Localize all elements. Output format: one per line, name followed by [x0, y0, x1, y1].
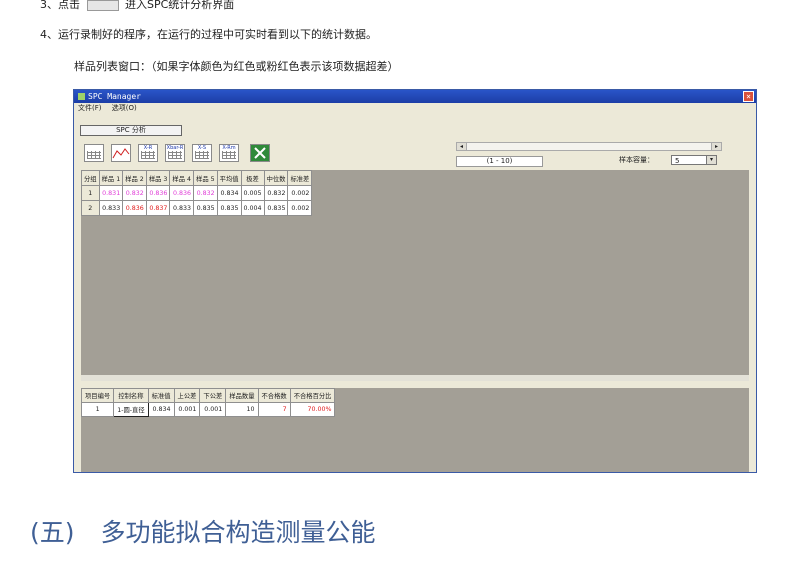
header-cell: 样品 3 — [145, 170, 171, 186]
doc-step-3-suffix: 进入SPC统计分析界面 — [125, 0, 235, 11]
excel-export-icon[interactable] — [250, 144, 270, 162]
doc-sample-window-note: 样品列表窗口：（如果字体颜色为红色或粉红色表示该项数据超差） — [74, 60, 399, 73]
table-cell: 0.831 — [98, 185, 124, 201]
doc-step-3-prefix: 3、点击 — [40, 0, 80, 11]
table-cell: 0.835 — [216, 200, 242, 216]
table-row[interactable]: 1 1-圆-直径 0.834 0.001 0.001 10 7 70.00% — [80, 402, 336, 417]
tab-spc-analysis[interactable]: SPC 分析 — [80, 125, 182, 136]
table-cell: 0.833 — [98, 200, 124, 216]
header-cell: 样品 4 — [169, 170, 195, 186]
window-titlebar: SPC Manager × — [74, 90, 756, 103]
header-cell: 平均值 — [216, 170, 242, 186]
scroll-right-icon[interactable]: ▸ — [711, 143, 721, 150]
table-cell: 0.834 — [216, 185, 242, 201]
table-view-icon[interactable] — [84, 144, 104, 162]
section-heading: (五) 多功能拟合构造测量公能 — [30, 513, 376, 549]
table-cell: 7 — [257, 402, 291, 417]
table-cell: 10 — [225, 402, 259, 417]
horizontal-scrollbar[interactable]: ◂ ▸ — [456, 142, 722, 151]
header-cell: 样品 1 — [98, 170, 124, 186]
grid-scrollbar[interactable] — [81, 375, 749, 381]
table-cell: 0.835 — [193, 200, 218, 216]
app-icon — [78, 93, 85, 100]
table-cell: 0.005 — [240, 185, 265, 201]
table-cell: 0.832 — [122, 185, 147, 201]
doc-step-4: 4、运行录制好的程序，在运行的过程中可实时看到以下的统计数据。 — [40, 28, 377, 41]
header-cell: 极差 — [240, 170, 265, 186]
header-cell: 样品 2 — [122, 170, 147, 186]
table-cell: 0.832 — [193, 185, 218, 201]
menu-options[interactable]: 选项(O) — [112, 104, 137, 112]
header-cell: 不合格百分比 — [289, 388, 336, 403]
chevron-down-icon[interactable]: ▾ — [706, 156, 716, 164]
header-cell: 分组 — [81, 170, 100, 186]
summary-table: 项目编号 控制名称 标准值 上公差 下公差 样品数量 不合格数 不合格百分比 1… — [80, 388, 336, 417]
table-cell: 1 — [80, 402, 115, 417]
header-cell: 样品数量 — [225, 388, 259, 403]
range-display: (1 - 10) — [456, 156, 543, 167]
sample-size-select[interactable]: 5 ▾ — [671, 155, 717, 165]
header-cell: 标准值 — [147, 388, 175, 403]
table-cell: 0.835 — [263, 200, 289, 216]
close-button[interactable]: × — [743, 91, 754, 102]
table-cell: 0.001 — [199, 402, 227, 417]
table-cell: 0.002 — [287, 185, 313, 201]
xs-chart-icon[interactable]: X-S — [192, 144, 212, 162]
header-cell: 样品 5 — [193, 170, 218, 186]
table-row[interactable]: 1 0.831 0.832 0.836 0.836 0.832 0.834 0.… — [81, 185, 313, 201]
sample-size-value: 5 — [675, 157, 680, 165]
table-cell: 0.004 — [240, 200, 265, 216]
table-cell: 0.836 — [169, 185, 195, 201]
table-row[interactable]: 2 0.833 0.836 0.837 0.833 0.835 0.835 0.… — [81, 200, 313, 216]
line-chart-icon[interactable] — [111, 144, 131, 162]
header-cell: 下公差 — [199, 388, 227, 403]
sample-table: 分组 样品 1 样品 2 样品 3 样品 4 样品 5 平均值 极差 中位数 标… — [81, 170, 313, 216]
section-number: (五) — [30, 518, 75, 547]
window-title: SPC Manager — [88, 92, 141, 101]
header-cell: 不合格数 — [257, 388, 291, 403]
table-cell: 70.00% — [289, 402, 336, 417]
sample-grid-area: 分组 样品 1 样品 2 样品 3 样品 4 样品 5 平均值 极差 中位数 标… — [81, 170, 749, 381]
header-cell: 中位数 — [263, 170, 289, 186]
sample-table-header: 分组 样品 1 样品 2 样品 3 样品 4 样品 5 平均值 极差 中位数 标… — [81, 170, 313, 186]
sample-size-label: 样本容量： — [619, 156, 654, 164]
header-cell: 项目编号 — [80, 388, 115, 403]
summary-table-header: 项目编号 控制名称 标准值 上公差 下公差 样品数量 不合格数 不合格百分比 — [80, 388, 336, 403]
table-cell: 1 — [81, 185, 100, 201]
spc-manager-window: SPC Manager × 文件(F) 选项(O) SPC 分析 X-R Xba… — [73, 89, 757, 473]
table-cell: 1-圆-直径 — [113, 402, 149, 417]
section-title: 多功能拟合构造测量公能 — [100, 518, 376, 547]
table-cell: 0.001 — [173, 402, 201, 417]
table-cell: 0.836 — [122, 200, 147, 216]
header-cell: 控制名称 — [113, 388, 149, 403]
table-cell: 2 — [81, 200, 100, 216]
table-cell: 0.834 — [147, 402, 175, 417]
table-cell: 0.837 — [145, 200, 171, 216]
x-rm-chart-icon[interactable]: X-Rm — [219, 144, 239, 162]
menu-file[interactable]: 文件(F) — [78, 104, 102, 112]
xbar-r-chart-icon[interactable]: Xbar-R — [165, 144, 185, 162]
header-cell: 上公差 — [173, 388, 201, 403]
table-cell: 0.836 — [145, 185, 171, 201]
menu-bar: 文件(F) 选项(O) — [74, 103, 756, 113]
scroll-left-icon[interactable]: ◂ — [457, 143, 467, 150]
summary-grid-area: 项目编号 控制名称 标准值 上公差 下公差 样品数量 不合格数 不合格百分比 1… — [80, 388, 749, 472]
header-cell: 标准差 — [287, 170, 313, 186]
table-cell: 0.002 — [287, 200, 313, 216]
table-cell: 0.832 — [263, 185, 289, 201]
spc-button-icon — [86, 0, 119, 11]
table-cell: 0.833 — [169, 200, 195, 216]
doc-step-3: 3、点击 进入SPC统计分析界面 — [40, 0, 234, 12]
xr-chart-icon[interactable]: X-R — [138, 144, 158, 162]
